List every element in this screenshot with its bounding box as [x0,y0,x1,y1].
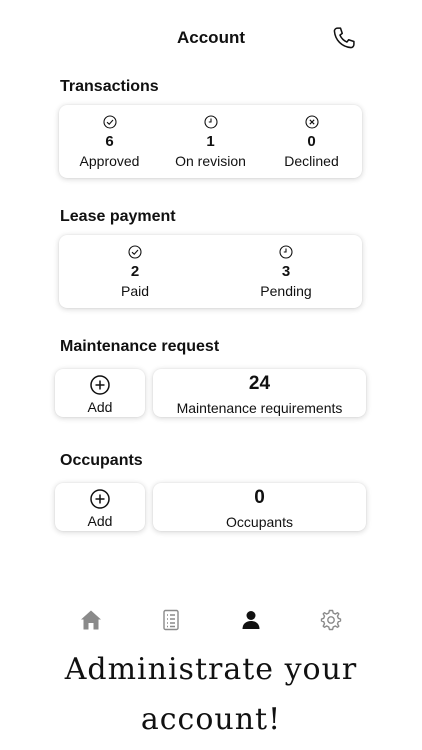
stat-approved[interactable]: 6 Approved [59,105,160,169]
occupants-title: Occupants [60,452,143,469]
occupants-count-card[interactable]: 0 Occupants [153,483,366,531]
tab-documents[interactable] [159,608,183,632]
plus-circle-icon [90,489,110,509]
add-occupant-button[interactable]: Add [55,483,145,531]
add-maintenance-button[interactable]: Add [55,369,145,417]
clock-icon [203,115,218,129]
on-revision-label: On revision [175,153,246,169]
on-revision-count: 1 [206,133,215,150]
lease-payment-title: Lease payment [60,208,176,225]
document-list-icon [163,609,179,631]
declined-count: 0 [307,133,316,150]
paid-label: Paid [120,283,150,299]
pending-label: Pending [260,283,312,299]
stat-paid[interactable]: 2 Paid [59,235,211,299]
check-circle-icon [102,115,117,129]
x-circle-icon [304,115,319,129]
check-circle-icon [128,245,142,259]
paid-count: 2 [130,263,140,280]
transactions-title: Transactions [60,78,159,95]
pending-count: 3 [281,263,291,280]
transactions-card: 6 Approved 1 On revision 0 Declined [59,105,362,178]
phone-icon[interactable] [330,24,358,52]
home-icon [81,610,101,630]
lease-payment-card: 2 Paid 3 Pending [59,235,362,308]
stat-on-revision[interactable]: 1 On revision [160,105,261,169]
occupants-count: 0 [254,487,265,508]
maintenance-count: 24 [248,373,271,394]
page-title: Account [177,28,245,47]
stat-declined[interactable]: 0 Declined [261,105,362,169]
person-icon [242,611,260,629]
tab-bar [0,608,422,636]
stat-pending[interactable]: 3 Pending [210,235,362,299]
clock-icon [279,245,293,259]
declined-label: Declined [284,153,339,169]
add-occupant-label: Add [87,513,113,529]
plus-circle-icon [90,375,110,395]
gear-icon [320,609,342,631]
tagline-line-1: Administrate your [64,652,358,687]
maintenance-count-label: Maintenance requirements [176,400,343,416]
tab-settings[interactable] [319,608,343,632]
maintenance-count-card[interactable]: 24 Maintenance requirements [153,369,366,417]
add-maintenance-label: Add [87,399,113,415]
tagline-line-2: account! [140,702,282,737]
approved-label: Approved [79,153,140,169]
maintenance-title: Maintenance request [60,338,220,355]
tab-home[interactable] [79,608,103,632]
header: Account [0,24,422,54]
tab-account[interactable] [239,608,263,632]
occupants-count-label: Occupants [226,514,293,530]
approved-count: 6 [105,133,114,150]
